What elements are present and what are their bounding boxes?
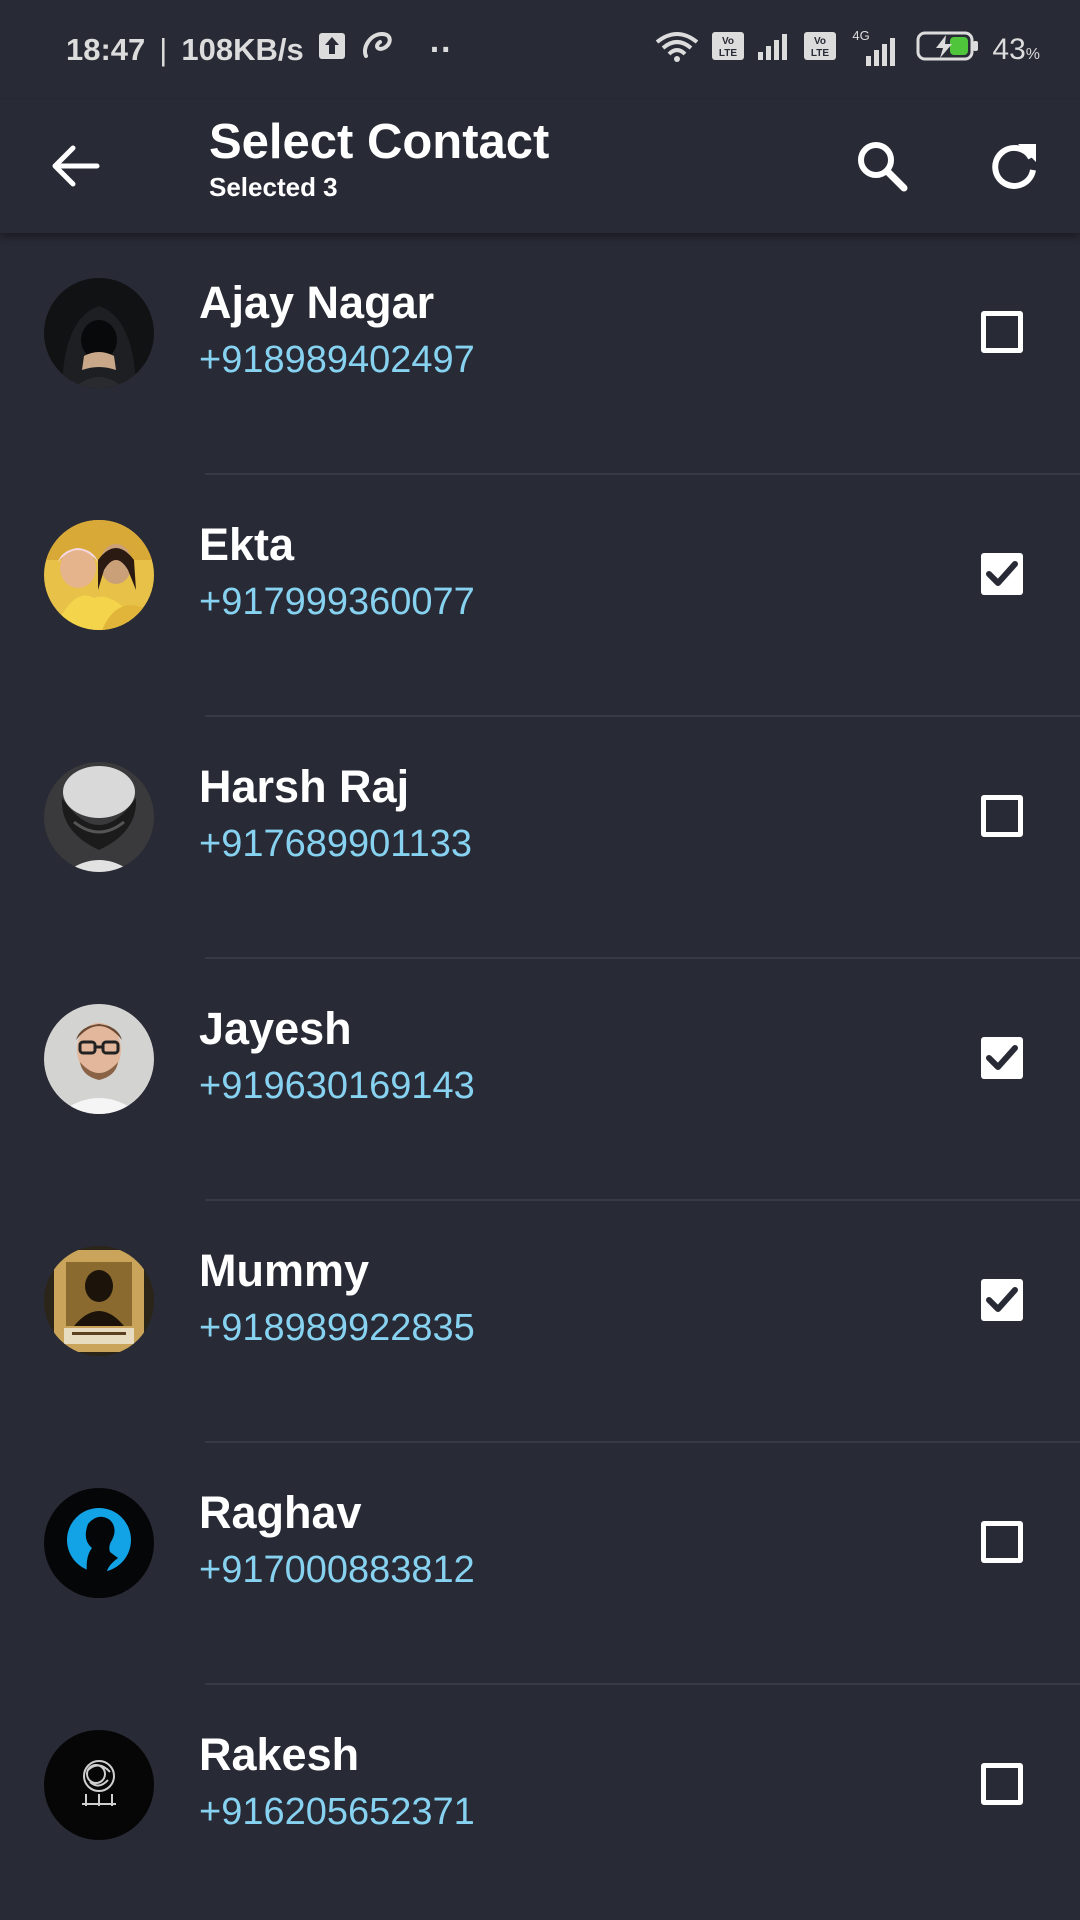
status-left: 18:47 | 108KB/s ·· (66, 30, 452, 70)
battery-percent-sign: % (1025, 46, 1040, 63)
contact-checkbox[interactable] (981, 1279, 1023, 1321)
blue-silhouette-avatar (44, 1488, 154, 1598)
arrow-back-icon (52, 145, 100, 187)
checkmark-icon (986, 1045, 1018, 1070)
svg-text:LTE: LTE (719, 48, 737, 59)
search-icon (858, 142, 908, 192)
contact-row[interactable]: Raghav +917000883812 (0, 1443, 1080, 1685)
contact-name: Rakesh (199, 1729, 360, 1780)
page-subtitle: Selected 3 (209, 172, 338, 202)
contact-row[interactable]: Ajay Nagar +918989402497 (0, 233, 1080, 475)
contact-name: Harsh Raj (199, 761, 410, 812)
contact-row[interactable]: Ekta +917999360077 (0, 475, 1080, 717)
battery-percent: 43% (992, 33, 1040, 67)
hooded-figure-avatar (44, 278, 154, 388)
mother-child-avatar (44, 520, 154, 630)
status-time: 18:47 (66, 32, 146, 67)
contact-phone: +918989922835 (199, 1307, 475, 1349)
contact-name: Mummy (199, 1245, 370, 1296)
contact-checkbox[interactable] (981, 795, 1023, 837)
contact-list: Ajay Nagar +918989402497 Ekta +917999360… (0, 233, 1080, 1920)
contact-checkbox[interactable] (981, 1763, 1023, 1805)
page-title: Select Contact (209, 115, 550, 169)
bearded-man-avatar (44, 762, 154, 872)
contact-row[interactable]: Jayesh +919630169143 (0, 959, 1080, 1201)
contact-name: Raghav (199, 1487, 362, 1538)
svg-text:Vo: Vo (814, 36, 826, 47)
volte-icon-1: Vo LTE (712, 32, 745, 68)
checkmark-icon (986, 1287, 1018, 1312)
contact-phone: +917000883812 (199, 1549, 475, 1591)
search-button[interactable] (846, 130, 918, 202)
status-speed: 108KB/s (181, 32, 304, 67)
contact-checkbox[interactable] (981, 311, 1023, 353)
sketch-avatar (44, 1730, 154, 1840)
contact-row[interactable]: Harsh Raj +917689901133 (0, 717, 1080, 959)
contact-name: Ajay Nagar (199, 277, 435, 328)
upload-icon (318, 32, 346, 68)
status-separator: | (159, 32, 168, 67)
refresh-icon (992, 144, 1036, 189)
battery-icon (916, 31, 980, 69)
contact-row[interactable]: Mummy +918989922835 (0, 1201, 1080, 1443)
svg-text:Vo: Vo (722, 36, 734, 47)
back-button[interactable] (40, 130, 112, 202)
status-right: Vo LTE Vo LTE 4G 43% (654, 28, 1040, 70)
volte-icon-2: Vo LTE (804, 32, 837, 68)
contact-phone: +917999360077 (199, 581, 475, 623)
contact-checkbox[interactable] (981, 553, 1023, 595)
contact-checkbox[interactable] (981, 1037, 1023, 1079)
signal-4g-icon: 4G (848, 28, 904, 66)
contact-name: Ekta (199, 519, 295, 570)
contact-phone: +916205652371 (199, 1791, 475, 1833)
contact-phone: +917689901133 (199, 823, 472, 865)
svg-text:LTE: LTE (811, 48, 829, 59)
contact-phone: +919630169143 (199, 1065, 475, 1107)
signal-icon-1 (756, 32, 792, 68)
notification-dots: ·· (429, 30, 453, 69)
checkmark-icon (986, 561, 1018, 586)
title-wrap: Select Contact Selected 3 (209, 112, 549, 202)
wifi-icon (654, 30, 700, 70)
golden-deity-avatar (44, 1246, 154, 1356)
contact-phone: +918989402497 (199, 339, 475, 381)
battery-percent-value: 43 (992, 33, 1026, 66)
toolbar: Select Contact Selected 3 (0, 100, 1080, 233)
contact-checkbox[interactable] (981, 1521, 1023, 1563)
man-glasses-avatar (44, 1004, 154, 1114)
status-bar: 18:47 | 108KB/s ·· Vo LTE Vo LTE 4G 43% (0, 0, 1080, 100)
airtel-icon (360, 30, 396, 70)
contact-row[interactable]: Rakesh +916205652371 (0, 1685, 1080, 1920)
contact-name: Jayesh (199, 1003, 352, 1054)
refresh-button[interactable] (978, 130, 1050, 202)
